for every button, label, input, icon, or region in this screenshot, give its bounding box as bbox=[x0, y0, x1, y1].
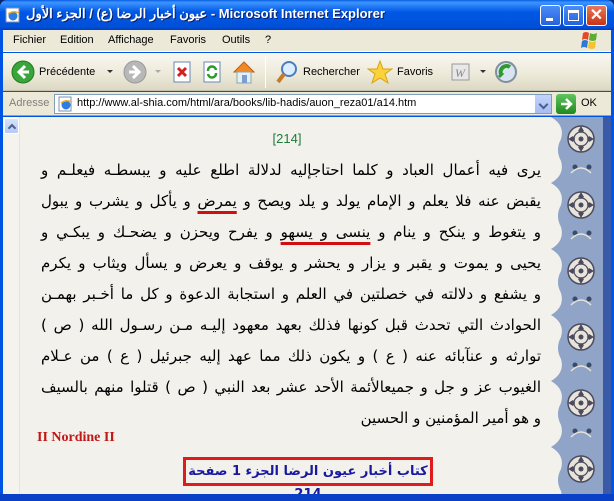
vertical-scrollbar[interactable] bbox=[3, 117, 20, 494]
media-icon bbox=[495, 61, 517, 83]
close-icon: ✕ bbox=[589, 7, 604, 24]
decorative-border-icon bbox=[551, 117, 611, 494]
title-bar[interactable]: عيون أخبار الرضا (ع) / الجزء الأول - Mic… bbox=[0, 0, 614, 30]
home-button[interactable] bbox=[231, 58, 257, 86]
text-line-3-end: و يفرح ويحزن و يضحـك و يبكـي و bbox=[41, 223, 273, 241]
search-icon bbox=[276, 61, 297, 84]
address-dropdown-icon[interactable] bbox=[534, 95, 551, 113]
ie-page-icon bbox=[58, 96, 73, 112]
favorites-button[interactable]: Favoris bbox=[367, 58, 433, 86]
window-bottom-border bbox=[0, 494, 614, 501]
home-icon bbox=[232, 61, 256, 84]
go-label[interactable]: OK bbox=[581, 97, 597, 109]
menu-fichier[interactable]: Fichier bbox=[13, 34, 46, 46]
text-line-2-end: و يأكل و يشرب و يبول bbox=[41, 192, 191, 210]
browser-window: عيون أخبار الرضا (ع) / الجزء الأول - Mic… bbox=[0, 0, 614, 501]
text-line-8: الغيوب عز و جل و جميعالأئمة الأحد عشر بع… bbox=[41, 378, 541, 396]
close-button[interactable]: ✕ bbox=[586, 5, 607, 26]
text-line-3: و يتغوط و ينكح و ينام و ينسى و يسهو و يف… bbox=[41, 220, 541, 244]
text-line-9: و هو أمير المؤمنين و الحسين bbox=[360, 409, 541, 427]
standard-toolbar: Précédente Rechercher Favoris W bbox=[3, 53, 611, 91]
minimize-button[interactable] bbox=[540, 5, 561, 26]
text-line-2: يقبض عنه فلا يعلم و الإمام يولد و يلد وي… bbox=[41, 189, 541, 213]
menu-help[interactable]: ? bbox=[265, 34, 271, 46]
signature: II Nordine II bbox=[37, 430, 115, 445]
source-caption: كتاب أخبار عيون الرضا الجزء 1 صفحة 214 bbox=[183, 457, 433, 494]
favorites-label: Favoris bbox=[397, 66, 434, 78]
search-button[interactable]: Rechercher bbox=[275, 58, 360, 86]
address-bar: Adresse http://www.al-shia.com/html/ara/… bbox=[3, 92, 611, 116]
text-line-6: الحوادث التي تحدث قبل كونها فذلك بعهد مع… bbox=[41, 316, 541, 334]
text-line-1: يرى فيه أعمال العباد و كلما احتاجإليه لد… bbox=[41, 161, 541, 179]
refresh-button[interactable] bbox=[201, 58, 223, 86]
address-url: http://www.al-shia.com/html/ara/books/li… bbox=[77, 97, 417, 109]
go-arrow-icon bbox=[561, 98, 573, 110]
back-icon bbox=[11, 60, 35, 84]
page-content: [214] يرى فيه أعمال العباد و كلما احتاجإ… bbox=[3, 117, 611, 494]
menu-bar: Fichier Edition Affichage Favoris Outils… bbox=[3, 30, 611, 52]
windows-logo-icon bbox=[581, 32, 597, 49]
text-line-5: و يشفع و دلالته في خصلتين في العلم و است… bbox=[41, 285, 541, 303]
text-line-7: توارثه و عنآبائه عنه ( ع ) و يكون ذلك مم… bbox=[41, 347, 541, 365]
media-button[interactable] bbox=[493, 58, 519, 86]
menu-affichage[interactable]: Affichage bbox=[108, 34, 154, 46]
back-dropdown-arrow[interactable] bbox=[107, 70, 113, 73]
highlighted-phrase: ينسى و يسهو bbox=[280, 223, 371, 241]
forward-button[interactable] bbox=[123, 58, 147, 86]
minimize-icon bbox=[546, 18, 553, 21]
menu-favoris[interactable]: Favoris bbox=[170, 34, 206, 46]
ie-page-icon bbox=[5, 7, 20, 23]
address-label: Adresse bbox=[9, 97, 50, 109]
word-button[interactable]: W bbox=[451, 58, 471, 86]
article: [214] يرى فيه أعمال العباد و كلما احتاجإ… bbox=[33, 117, 541, 494]
forward-icon bbox=[123, 60, 147, 84]
favorites-star-icon bbox=[367, 59, 393, 85]
toolbar-separator bbox=[265, 56, 266, 88]
maximize-icon bbox=[568, 10, 579, 21]
back-button[interactable]: Précédente bbox=[11, 58, 95, 86]
scroll-up-icon[interactable] bbox=[4, 118, 19, 134]
menu-edition[interactable]: Edition bbox=[60, 34, 94, 46]
address-input[interactable]: http://www.al-shia.com/html/ara/books/li… bbox=[54, 94, 552, 114]
highlighted-word: يمرض bbox=[197, 192, 237, 210]
page-number: [214] bbox=[272, 131, 302, 146]
back-label: Précédente bbox=[39, 66, 96, 78]
word-icon: W bbox=[451, 63, 470, 81]
maximize-button[interactable] bbox=[563, 5, 584, 26]
word-dropdown-arrow[interactable] bbox=[480, 70, 486, 73]
stop-button[interactable] bbox=[171, 58, 193, 86]
text-line-3-start: و يتغوط و ينكح و ينام و bbox=[378, 223, 541, 241]
text-line-2-start: يقبض عنه فلا يعلم و الإمام يولد و يلد وي… bbox=[243, 192, 541, 210]
svg-text:W: W bbox=[455, 66, 466, 80]
search-label: Rechercher bbox=[303, 66, 360, 78]
go-button[interactable] bbox=[556, 94, 576, 114]
menu-outils[interactable]: Outils bbox=[222, 34, 250, 46]
text-line-4: يحيى و يموت و يقبر و يزار و يحشر و يوقف … bbox=[41, 254, 541, 272]
forward-dropdown-arrow[interactable] bbox=[155, 70, 161, 73]
stop-icon bbox=[173, 61, 191, 83]
window-title: عيون أخبار الرضا (ع) / الجزء الأول - Mic… bbox=[26, 6, 385, 21]
refresh-icon bbox=[203, 61, 221, 83]
